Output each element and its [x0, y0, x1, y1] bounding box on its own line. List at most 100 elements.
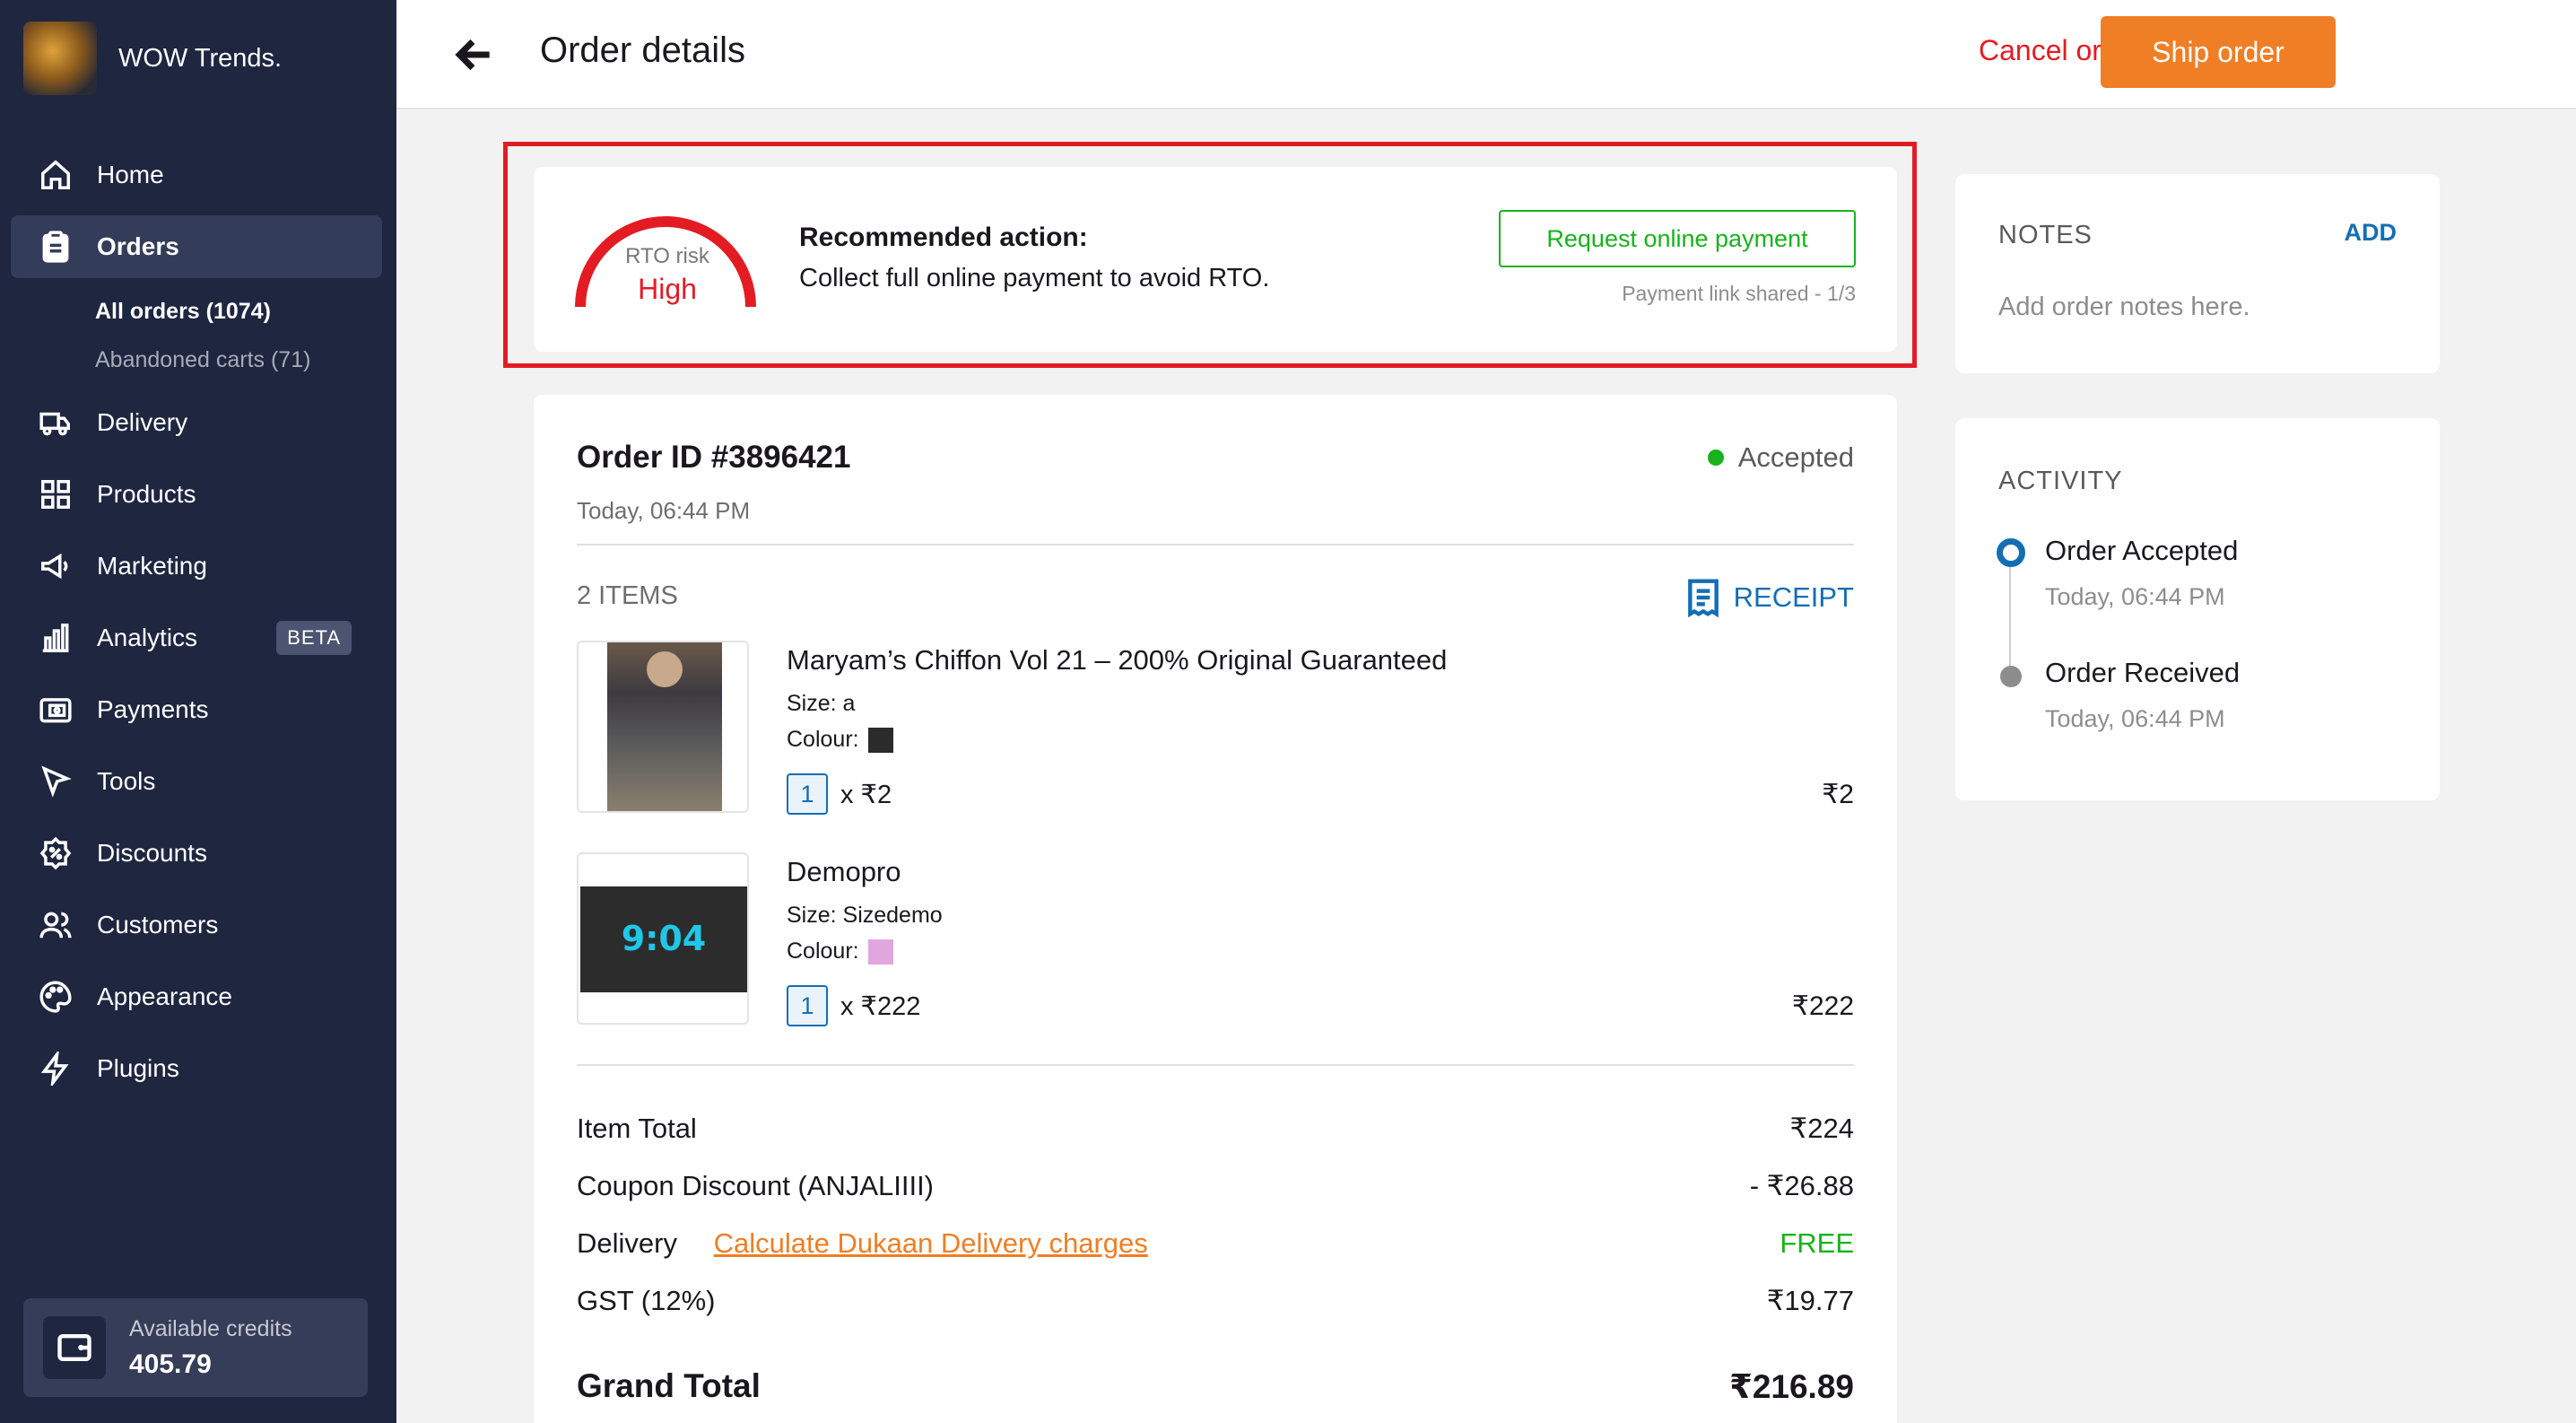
product-thumbnail[interactable] — [577, 641, 749, 813]
summary-label: Grand Total — [577, 1367, 761, 1404]
status-text: Accepted — [1737, 441, 1854, 473]
activity-event-title: Order Received — [2045, 657, 2241, 688]
status-dot-icon — [1707, 450, 1724, 466]
bar-chart-icon — [38, 620, 74, 656]
summary-gst: GST (12%) ₹19.77 — [577, 1285, 1854, 1317]
sidebar-item-marketing[interactable]: Marketing — [11, 535, 382, 598]
grid-icon — [38, 476, 74, 512]
sidebar-item-label: Analytics — [97, 624, 198, 651]
order-card: Order ID #3896421 Today, 06:44 PM Accept… — [534, 395, 1897, 1423]
beta-badge: BETA — [276, 621, 352, 655]
subnav-abandoned-carts[interactable]: Abandoned carts (71) — [95, 336, 382, 384]
add-note-button[interactable]: ADD — [2345, 219, 2398, 247]
sidebar-item-label: Delivery — [97, 408, 188, 436]
brand[interactable]: WOW Trends. — [23, 22, 282, 95]
item-name: Maryam’s Chiffon Vol 21 – 200% Original … — [787, 644, 1448, 676]
sidebar-item-tools[interactable]: Tools — [11, 750, 382, 813]
sidebar-item-label: Orders — [97, 232, 179, 260]
item-price: ₹2 — [1822, 780, 1854, 809]
order-item: 9:04 Demopro Size: Sizedemo Colour: 1 x … — [577, 852, 1854, 1026]
request-online-payment-button[interactable]: Request online payment — [1499, 210, 1856, 267]
sidebar-item-label: Home — [97, 161, 164, 188]
order-item: Maryam’s Chiffon Vol 21 – 200% Original … — [577, 641, 1854, 815]
store-logo — [23, 22, 97, 95]
page-title: Order details — [540, 31, 745, 70]
clipboard-icon — [38, 229, 74, 265]
item-size: Size: a — [787, 691, 856, 716]
activity-panel: ACTIVITY Order Accepted Today, 06:44 PM … — [1955, 418, 2440, 800]
colour-swatch — [867, 938, 893, 965]
items-count: 2 ITEMS — [577, 581, 678, 610]
receipt-label: RECEIPT — [1733, 581, 1854, 613]
item-colour: Colour: — [787, 727, 893, 753]
sidebar-item-label: Appearance — [97, 982, 233, 1010]
sidebar-item-appearance[interactable]: Appearance — [11, 965, 382, 1028]
sidebar-item-label: Plugins — [97, 1054, 179, 1082]
sidebar-item-discounts[interactable]: Discounts — [11, 822, 382, 885]
item-colour-label: Colour: — [787, 727, 859, 752]
order-status: Accepted — [1707, 441, 1854, 474]
ship-order-button[interactable]: Ship order — [2101, 16, 2336, 88]
activity-title: ACTIVITY — [1998, 467, 2123, 495]
receipt-link[interactable]: RECEIPT — [1685, 578, 1854, 617]
summary-label: Delivery — [577, 1227, 677, 1259]
sidebar-item-payments[interactable]: Payments — [11, 678, 382, 741]
item-colour-label: Colour: — [787, 938, 859, 964]
sidebar-nav: Home Orders All orders (1074) Abandoned … — [11, 144, 382, 1109]
divider — [577, 1064, 1854, 1066]
sidebar-item-label: Payments — [97, 695, 209, 723]
notes-placeholder[interactable]: Add order notes here. — [1998, 292, 2250, 322]
sidebar-item-products[interactable]: Products — [11, 463, 382, 526]
summary-label: Item Total — [577, 1113, 697, 1144]
sidebar-item-customers[interactable]: Customers — [11, 894, 382, 956]
summary-value: FREE — [1780, 1227, 1854, 1259]
unit-price: x ₹222 — [840, 991, 921, 1021]
quantity-box: 1 — [787, 985, 828, 1026]
quantity-box: 1 — [787, 773, 828, 815]
unit-price: x ₹2 — [840, 780, 892, 809]
receipt-icon — [1687, 579, 1719, 617]
summary-value: - ₹26.88 — [1749, 1170, 1854, 1201]
credits-value: 405.79 — [129, 1349, 212, 1379]
activity-event-date: Today, 06:44 PM — [2045, 705, 2225, 732]
wallet-icon — [43, 1316, 106, 1379]
sidebar-item-label: Discounts — [97, 839, 207, 867]
item-price: ₹222 — [1791, 991, 1854, 1021]
calculate-delivery-link[interactable]: Calculate Dukaan Delivery charges — [714, 1227, 1148, 1259]
recommended-action-text: Collect full online payment to avoid RTO… — [799, 264, 1270, 292]
item-size: Size: Sizedemo — [787, 903, 943, 928]
subnav-all-orders[interactable]: All orders (1074) — [95, 287, 382, 336]
activity-event-date: Today, 06:44 PM — [2045, 583, 2225, 610]
sidebar-item-label: Products — [97, 480, 196, 508]
timeline-line — [2009, 565, 2011, 682]
summary-label: Coupon Discount (ANJALIIII) — [577, 1170, 935, 1201]
summary-label: GST (12%) — [577, 1285, 716, 1316]
summary-coupon: Coupon Discount (ANJALIIII) - ₹26.88 — [577, 1170, 1854, 1202]
sidebar-item-home[interactable]: Home — [11, 144, 382, 206]
notes-title: NOTES — [1998, 221, 2093, 249]
timeline-dot-active-icon — [1997, 538, 2025, 567]
sidebar-item-analytics[interactable]: Analytics BETA — [11, 607, 382, 669]
summary-grand-total: Grand Total ₹216.89 — [577, 1367, 1854, 1406]
divider — [577, 544, 1854, 546]
rto-card: RTO risk High Recommended action: Collec… — [534, 167, 1897, 352]
notes-panel: NOTES ADD Add order notes here. — [1955, 174, 2440, 373]
users-icon — [38, 907, 74, 943]
rto-risk-level: High — [638, 273, 697, 305]
sidebar-item-delivery[interactable]: Delivery — [11, 391, 382, 454]
item-quantity: 1 x ₹2 — [787, 773, 892, 815]
sidebar-item-plugins[interactable]: Plugins — [11, 1037, 382, 1100]
home-icon — [38, 157, 74, 193]
back-arrow-icon[interactable] — [452, 32, 497, 77]
sidebar-item-orders[interactable]: Orders — [11, 215, 382, 278]
summary-item-total: Item Total ₹224 — [577, 1113, 1854, 1145]
store-name: WOW Trends. — [118, 43, 283, 73]
summary-value: ₹216.89 — [1729, 1368, 1854, 1405]
lightning-icon — [38, 1051, 74, 1087]
credits-widget[interactable]: Available credits 405.79 — [23, 1298, 368, 1397]
rto-gauge-label: RTO risk — [625, 244, 709, 268]
product-thumbnail[interactable]: 9:04 — [577, 852, 749, 1025]
summary-delivery: Delivery Calculate Dukaan Delivery charg… — [577, 1227, 1854, 1260]
page-header: Order details Cancel order Ship order — [396, 0, 2576, 109]
summary-value: ₹224 — [1789, 1113, 1854, 1144]
